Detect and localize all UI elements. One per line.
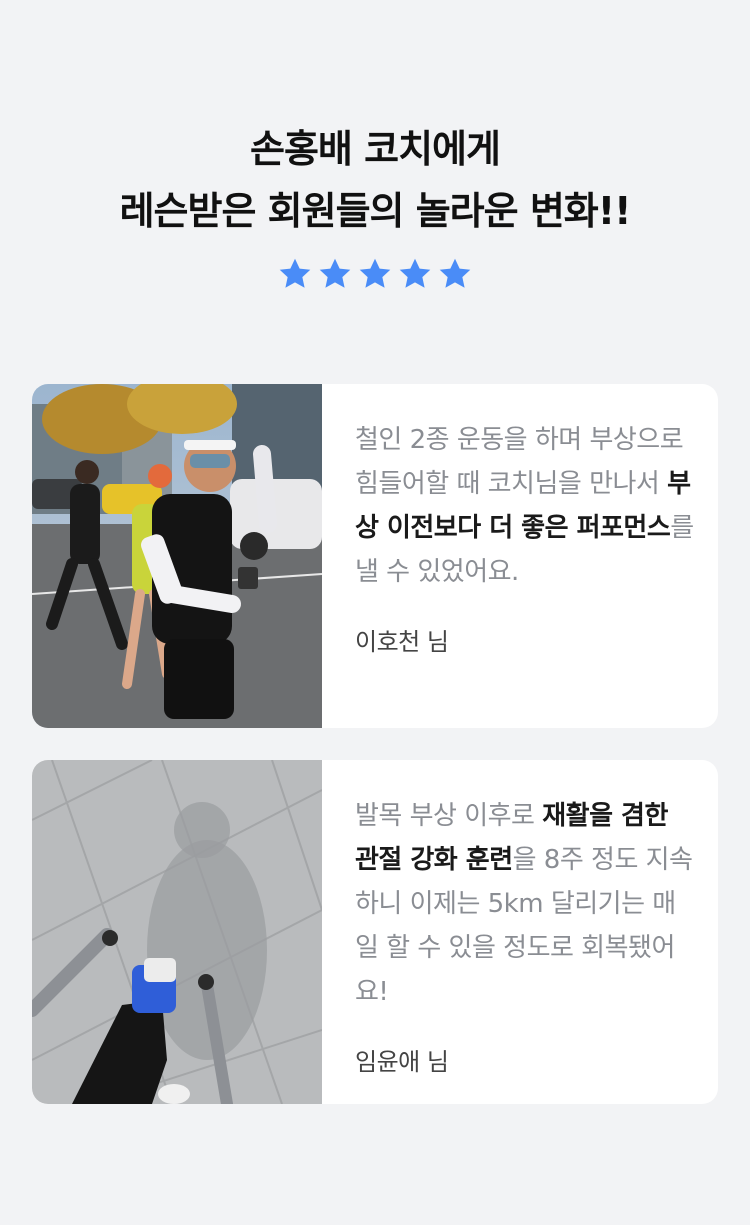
review-card: 발목 부상 이후로 재활을 겸한 관절 강화 훈련을 8주 정도 지속하니 이제… [32, 760, 718, 1104]
review-card: 철인 2종 운동을 하며 부상으로 힘들어할 때 코치님을 만나서 부상 이전보… [32, 384, 718, 728]
review-author: 임윤애 님 [355, 1048, 449, 1076]
review-text: 철인 2종 운동을 하며 부상으로 힘들어할 때 코치님을 만나서 부상 이전보… [322, 384, 718, 728]
star-rating [0, 256, 750, 292]
star-icon [399, 258, 431, 288]
star-icon [359, 258, 391, 288]
star-icon [319, 258, 351, 288]
quote-text: 철인 2종 운동을 하며 부상으로 힘들어할 때 코치님을 만나서 [355, 425, 684, 499]
review-quote: 철인 2종 운동을 하며 부상으로 힘들어할 때 코치님을 만나서 부상 이전보… [355, 418, 698, 594]
review-photo-runner [32, 384, 322, 728]
quote-text: 발목 부상 이후로 [355, 801, 543, 831]
runner-photo-icon [32, 384, 322, 728]
review-author: 이호천 님 [355, 628, 449, 656]
star-icon [439, 258, 471, 288]
review-quote: 발목 부상 이후로 재활을 겸한 관절 강화 훈련을 8주 정도 지속하니 이제… [355, 794, 698, 1014]
page-title-line2: 레슨받은 회원들의 놀라운 변화!! [119, 189, 632, 233]
star-icon [279, 258, 311, 288]
page-title-line1: 손홍배 코치에게 [250, 127, 501, 171]
review-text: 발목 부상 이후로 재활을 겸한 관절 강화 훈련을 8주 정도 지속하니 이제… [322, 760, 718, 1104]
review-photo-crutches [32, 760, 322, 1104]
header: 손홍배 코치에게 레슨받은 회원들의 놀라운 변화!! [0, 118, 750, 292]
crutches-photo-icon [32, 760, 322, 1104]
